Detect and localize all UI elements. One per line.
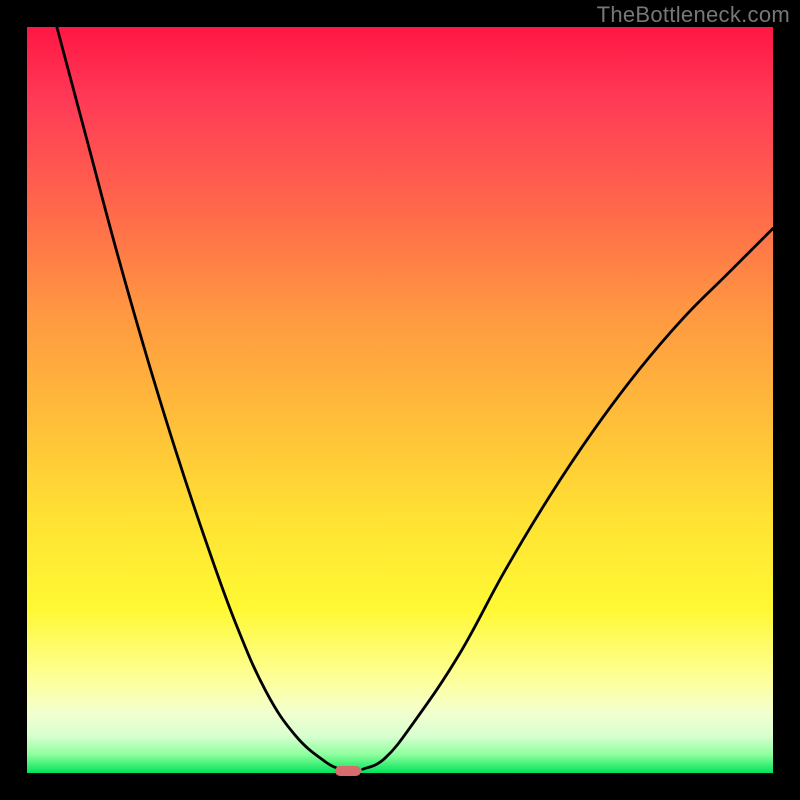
- optimal-marker: [335, 766, 361, 776]
- chart-frame: [27, 27, 773, 773]
- bottleneck-curve: [27, 27, 773, 773]
- watermark-text: TheBottleneck.com: [597, 2, 790, 28]
- curve-path: [57, 27, 773, 769]
